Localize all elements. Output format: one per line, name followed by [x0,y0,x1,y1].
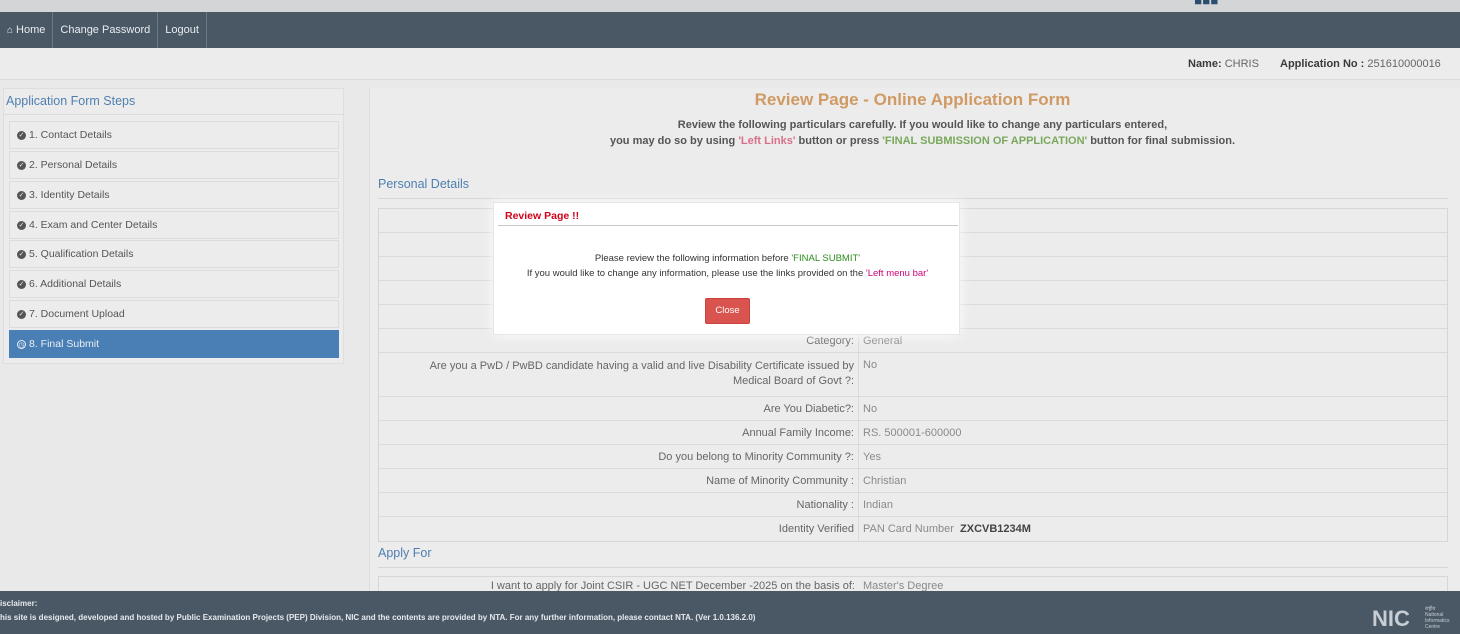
table-row-diabetic: Are You Diabetic?: No [379,397,1447,421]
app-value: 251610000016 [1367,58,1441,70]
check-circle-icon: ✓ [17,190,26,200]
modal-line1-pre: Please review the following information … [594,253,792,264]
applicant-info-bar: Name: CHRIS Application No : 25161000001… [0,48,1460,80]
row-label-line1: Are you a PwD / PwBD candidate having a … [429,360,854,372]
instr-pre: you may do so by using [609,135,739,147]
disclaimer-text: his site is designed, developed and host… [0,613,756,622]
row-value: RS. 500001-600000 [863,427,962,439]
step-final-submit[interactable]: ◷ 8. Final Submit [9,330,339,358]
modal-message-line1: Please review the following information … [494,253,961,264]
modal-divider [498,225,958,226]
step-label: 7. Document Upload [29,308,125,320]
disclaimer-title: isclaimer: [0,599,38,608]
table-row-identity: Identity Verified PAN Card Number ZXCVB1… [379,517,1447,542]
header-logo-fragment-icon: ▀▀▀ [1195,0,1220,9]
step-label: 3. Identity Details [29,189,110,201]
sidebar-title: Application Form Steps [4,89,343,115]
row-value: No [863,359,878,371]
row-label: Nationality : [379,493,859,516]
page-title: Review Page - Online Application Form [754,90,1071,109]
review-instructions-line1: Review the following particulars careful… [677,119,1168,131]
step-label: 2. Personal Details [29,159,118,171]
step-label: 4. Exam and Center Details [29,219,158,231]
steps-sidebar: Application Form Steps ✓ 1. Contact Detai… [3,88,344,364]
close-button[interactable]: Close [705,298,750,324]
review-instructions-line2: you may do so by using 'Left Links' butt… [370,135,1460,147]
nav-home[interactable]: ⌂ Home [0,12,54,48]
nav-home-label: Home [16,24,46,36]
check-circle-icon: ✓ [17,279,26,289]
step-document-upload[interactable]: ✓ 7. Document Upload [9,300,339,328]
app-label: Application No : [1280,58,1365,70]
footer: isclaimer: his site is designed, develop… [0,591,1460,634]
review-modal: Review Page !! Please review the followi… [493,202,960,335]
table-row-nationality: Nationality : Indian [379,493,1447,517]
row-label: Name of Minority Community : [379,469,859,492]
row-label-line2: Medical Board of Govt ?: [732,375,854,387]
check-circle-icon: ✓ [17,130,26,140]
modal-message-line2: If you would like to change any informat… [494,268,961,279]
clock-icon: ◷ [17,339,26,349]
row-value: No [863,403,878,415]
check-circle-icon: ✓ [17,220,26,230]
identity-type: PAN Card Number [863,523,954,535]
row-value: PAN Card Number ZXCVB1234M [863,523,1031,535]
step-additional-details[interactable]: ✓ 6. Additional Details [9,270,339,298]
nic-logo-icon: NIC राष्ट्रीय National Informatics Centr… [1372,605,1450,630]
row-value: Yes [863,451,881,463]
modal-left-menu-text: 'Left menu bar' [865,268,929,279]
check-circle-icon: ✓ [17,249,26,259]
name-value: CHRIS [1224,58,1259,70]
nav-logout[interactable]: Logout [158,12,207,48]
step-exam-center-details[interactable]: ✓ 4. Exam and Center Details [9,211,339,239]
nic-logo-text: NIC [1372,606,1410,630]
row-value: General [863,335,903,347]
nav-change-password[interactable]: Change Password [53,12,159,48]
row-label: Identity Verified [379,517,859,542]
section-apply-for: Apply For [378,546,432,560]
step-label: 8. Final Submit [29,338,100,350]
application-number: Application No : 251610000016 [1280,58,1441,70]
navbar: ⌂ Home Change Password Logout [0,12,1460,48]
table-row-minority: Do you belong to Minority Community ?: Y… [379,445,1447,469]
apply-for-table: I want to apply for Joint CSIR - UGC NET… [378,576,1448,592]
modal-final-submit-text: 'FINAL SUBMIT' [791,253,861,264]
step-qualification-details[interactable]: ✓ 5. Qualification Details [9,240,339,268]
section-personal-details: Personal Details [378,177,470,191]
nic-logo-line3: Centre [1425,624,1440,630]
row-label: Are You Diabetic?: [379,397,859,420]
identity-number: ZXCVB1234M [960,523,1031,535]
row-value: Indian [863,499,893,511]
row-value: Christian [863,475,907,487]
check-circle-icon: ✓ [17,309,26,319]
step-personal-details[interactable]: ✓ 2. Personal Details [9,151,339,179]
row-label: Annual Family Income: [379,421,859,444]
instr-left-links: 'Left Links' [738,135,796,147]
row-label: Are you a PwD / PwBD candidate having a … [379,353,859,396]
check-circle-icon: ✓ [17,160,26,170]
step-label: 6. Additional Details [29,278,122,290]
review-main-panel: Review Page - Online Application Form Re… [369,88,1460,592]
home-icon: ⌂ [7,24,14,36]
top-strip: ▀▀▀ [0,0,1460,12]
divider [378,567,1448,568]
step-label: 1. Contact Details [29,129,112,141]
step-label: 5. Qualification Details [29,248,134,260]
modal-line2-pre: If you would like to change any informat… [526,268,866,279]
table-row-pwd: Are you a PwD / PwBD candidate having a … [379,353,1447,397]
nic-logo-hindi: राष्ट्रीय [1425,605,1436,612]
name-label: Name: [1188,58,1222,70]
modal-title: Review Page !! [505,210,580,222]
table-row-income: Annual Family Income: RS. 500001-600000 [379,421,1447,445]
row-label: Do you belong to Minority Community ?: [379,445,859,468]
instr-post: button for final submission. [1087,135,1236,147]
table-row-minority-name: Name of Minority Community : Christian [379,469,1447,493]
instr-mid: button or press [795,135,883,147]
step-contact-details[interactable]: ✓ 1. Contact Details [9,121,339,149]
instr-final-submission: 'FINAL SUBMISSION OF APPLICATION' [882,135,1088,147]
divider [378,198,1448,199]
step-identity-details[interactable]: ✓ 3. Identity Details [9,181,339,209]
applicant-name: Name: CHRIS [1188,58,1259,70]
